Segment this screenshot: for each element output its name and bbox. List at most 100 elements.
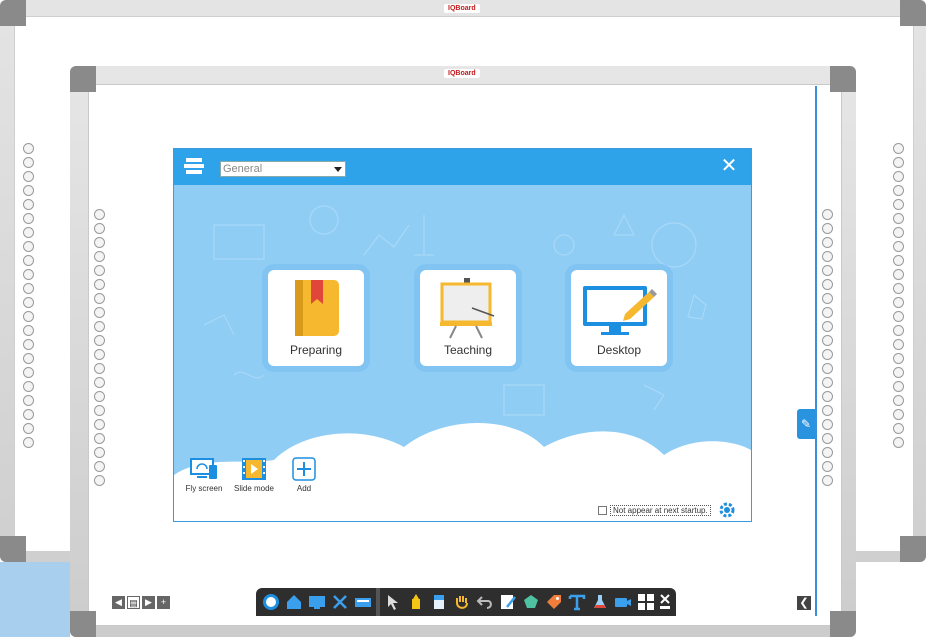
side-control-button[interactable] (94, 447, 105, 458)
side-control-button[interactable] (893, 269, 904, 280)
side-control-button[interactable] (94, 307, 105, 318)
fly-screen-button[interactable]: Fly screen (182, 457, 226, 493)
side-panel-tab[interactable]: ✎ (797, 409, 815, 439)
side-control-button[interactable] (893, 283, 904, 294)
side-control-button[interactable] (23, 339, 34, 350)
keyboard-button[interactable] (353, 592, 373, 612)
pages-button[interactable]: ▤ (127, 596, 140, 609)
slide-mode-button[interactable]: Slide mode (232, 457, 276, 493)
tag-button[interactable] (544, 592, 564, 612)
side-control-button[interactable] (893, 185, 904, 196)
close-button[interactable]: ✕ (719, 155, 739, 177)
side-control-button[interactable] (23, 185, 34, 196)
side-control-button[interactable] (822, 461, 833, 472)
side-control-button[interactable] (23, 409, 34, 420)
side-control-button[interactable] (94, 419, 105, 430)
side-control-button[interactable] (822, 391, 833, 402)
mode-tile-preparing[interactable]: Preparing (268, 270, 364, 366)
add-page-button[interactable]: + (157, 596, 170, 609)
previous-page-button[interactable]: ◀ (112, 596, 125, 609)
hand-button[interactable] (452, 592, 472, 612)
side-control-button[interactable] (822, 419, 833, 430)
undo-button[interactable] (475, 592, 495, 612)
side-control-button[interactable] (23, 367, 34, 378)
side-control-button[interactable] (23, 283, 34, 294)
side-control-button[interactable] (893, 171, 904, 182)
side-control-button[interactable] (94, 405, 105, 416)
side-control-button[interactable] (94, 279, 105, 290)
side-control-button[interactable] (23, 227, 34, 238)
side-control-button[interactable] (23, 325, 34, 336)
side-control-button[interactable] (822, 349, 833, 360)
iq-logo-button[interactable] (261, 592, 281, 612)
side-control-button[interactable] (23, 353, 34, 364)
home-button[interactable] (284, 592, 304, 612)
gear-icon[interactable] (717, 500, 737, 520)
side-control-button[interactable] (23, 199, 34, 210)
text-button[interactable] (567, 592, 587, 612)
side-control-button[interactable] (822, 377, 833, 388)
highlighter-button[interactable] (406, 592, 426, 612)
side-control-button[interactable] (94, 335, 105, 346)
next-page-button[interactable]: ▶ (142, 596, 155, 609)
side-control-button[interactable] (893, 367, 904, 378)
side-control-button[interactable] (822, 265, 833, 276)
shapes-button[interactable] (521, 592, 541, 612)
collapse-button[interactable]: ❮ (797, 596, 811, 610)
side-control-button[interactable] (94, 391, 105, 402)
side-control-button[interactable] (893, 409, 904, 420)
pen-button[interactable] (498, 592, 518, 612)
side-control-button[interactable] (822, 475, 833, 486)
side-control-button[interactable] (822, 405, 833, 416)
side-control-button[interactable] (94, 209, 105, 220)
mode-tile-desktop[interactable]: Desktop (571, 270, 667, 366)
side-control-button[interactable] (23, 213, 34, 224)
side-control-button[interactable] (893, 213, 904, 224)
close-toolbar-button[interactable] (659, 592, 671, 612)
side-control-button[interactable] (23, 269, 34, 280)
side-control-button[interactable] (94, 349, 105, 360)
side-control-button[interactable] (822, 363, 833, 374)
side-control-button[interactable] (822, 251, 833, 262)
side-control-button[interactable] (94, 461, 105, 472)
side-control-button[interactable] (822, 293, 833, 304)
camera-button[interactable] (613, 592, 633, 612)
side-control-button[interactable] (893, 437, 904, 448)
grid-button[interactable] (636, 592, 656, 612)
side-control-button[interactable] (822, 447, 833, 458)
side-control-button[interactable] (893, 297, 904, 308)
side-control-button[interactable] (23, 255, 34, 266)
flask-button[interactable] (590, 592, 610, 612)
side-control-button[interactable] (893, 423, 904, 434)
side-control-button[interactable] (893, 143, 904, 154)
side-control-button[interactable] (893, 199, 904, 210)
side-control-button[interactable] (893, 353, 904, 364)
side-control-button[interactable] (94, 433, 105, 444)
side-control-button[interactable] (23, 171, 34, 182)
side-control-button[interactable] (94, 293, 105, 304)
side-control-button[interactable] (893, 227, 904, 238)
side-control-button[interactable] (893, 325, 904, 336)
side-control-button[interactable] (94, 237, 105, 248)
side-control-button[interactable] (822, 237, 833, 248)
eraser-button[interactable] (429, 592, 449, 612)
side-control-button[interactable] (893, 255, 904, 266)
side-control-button[interactable] (822, 321, 833, 332)
side-control-button[interactable] (23, 395, 34, 406)
side-control-button[interactable] (94, 475, 105, 486)
side-control-button[interactable] (822, 335, 833, 346)
add-button[interactable]: Add (282, 457, 326, 493)
side-control-button[interactable] (94, 377, 105, 388)
side-control-button[interactable] (23, 381, 34, 392)
side-control-button[interactable] (94, 251, 105, 262)
side-control-button[interactable] (893, 157, 904, 168)
side-control-button[interactable] (893, 339, 904, 350)
side-control-button[interactable] (822, 279, 833, 290)
startup-checkbox[interactable] (598, 506, 607, 515)
side-control-button[interactable] (23, 297, 34, 308)
side-control-button[interactable] (893, 395, 904, 406)
screen-button[interactable] (307, 592, 327, 612)
side-control-button[interactable] (893, 381, 904, 392)
side-control-button[interactable] (94, 223, 105, 234)
side-control-button[interactable] (23, 157, 34, 168)
